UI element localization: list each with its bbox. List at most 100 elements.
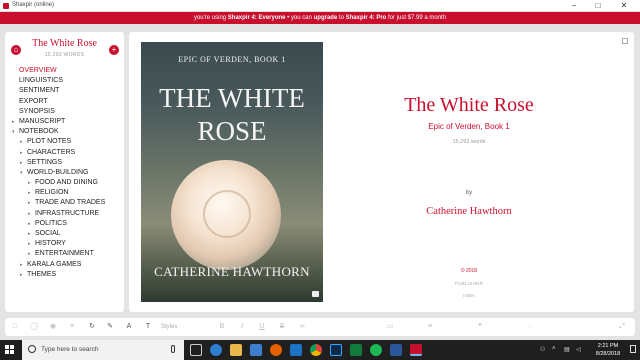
sidebar-item-label: EXPORT bbox=[19, 97, 48, 105]
chevron-right-icon[interactable]: ▸ bbox=[28, 178, 31, 188]
word-icon[interactable] bbox=[390, 344, 402, 356]
pen-icon[interactable]: ✎ bbox=[105, 321, 115, 333]
strikethrough-icon[interactable]: S bbox=[277, 321, 287, 333]
task-view-icon[interactable] bbox=[190, 344, 202, 356]
minimize-button[interactable]: – bbox=[562, 0, 586, 12]
sidebar-item-label: POLITICS bbox=[35, 219, 67, 227]
chevron-down-icon[interactable]: ▾ bbox=[20, 168, 23, 178]
chevron-right-icon[interactable]: ▸ bbox=[12, 117, 15, 127]
shaxpir-taskbar-icon[interactable] bbox=[410, 344, 422, 356]
sidebar-item-notebook[interactable]: ▾ NOTEBOOK bbox=[5, 127, 124, 137]
comment-icon[interactable]: ◯ bbox=[29, 321, 39, 333]
chat-icon[interactable]: ◌ bbox=[525, 321, 535, 333]
fullscreen-icon[interactable] bbox=[622, 38, 628, 44]
chevron-right-icon[interactable]: ▸ bbox=[28, 209, 31, 219]
sidebar-item-linguistics[interactable]: LINGUISTICS bbox=[5, 76, 124, 86]
firefox-icon[interactable] bbox=[270, 344, 282, 356]
chevron-right-icon[interactable]: ▸ bbox=[28, 198, 31, 208]
mail-icon[interactable] bbox=[290, 344, 302, 356]
spotify-icon[interactable] bbox=[370, 344, 382, 356]
sidebar-item-export[interactable]: EXPORT bbox=[5, 97, 124, 107]
overview-publisher[interactable]: PUBLISHER bbox=[399, 281, 539, 286]
sidebar-item-world-building[interactable]: ▾ WORLD-BUILDING bbox=[5, 168, 124, 178]
style-select[interactable]: Styles bbox=[161, 321, 211, 333]
volume-icon[interactable]: ◁ bbox=[576, 346, 581, 353]
sidebar-item-karala-games[interactable]: ▸ KARALA GAMES bbox=[5, 260, 124, 270]
windows-start-icon[interactable] bbox=[5, 345, 15, 355]
book-cover-image[interactable]: Epic of Verden, Book 1 The White Rose Ca… bbox=[141, 42, 323, 302]
chevron-right-icon[interactable]: ▸ bbox=[20, 137, 23, 147]
sidebar-item-characters[interactable]: ▸ CHARACTERS bbox=[5, 148, 124, 158]
chevron-right-icon[interactable]: ▸ bbox=[20, 260, 23, 270]
refresh-icon[interactable]: ↻ bbox=[87, 321, 97, 333]
people-icon[interactable]: ⚇ bbox=[540, 346, 545, 353]
chevron-right-icon[interactable]: ▸ bbox=[28, 188, 31, 198]
network-icon[interactable]: ▤ bbox=[564, 346, 570, 353]
overview-title[interactable]: The White Rose bbox=[399, 94, 539, 117]
taskbar-search[interactable]: Type here to search bbox=[22, 340, 184, 360]
sidebar-item-plot-notes[interactable]: ▸ PLOT NOTES bbox=[5, 137, 124, 147]
italic-icon[interactable]: I bbox=[237, 321, 247, 333]
image-icon[interactable]: ▭ bbox=[385, 321, 395, 333]
sidebar-item-overview[interactable]: OVERVIEW bbox=[5, 66, 124, 76]
link-icon[interactable]: ∞ bbox=[297, 321, 307, 333]
quote-icon[interactable]: ❝ bbox=[475, 321, 485, 333]
sidebar-item-label: WORLD-BUILDING bbox=[27, 168, 89, 176]
file-explorer-icon[interactable] bbox=[230, 344, 242, 356]
chevron-right-icon[interactable]: ▸ bbox=[28, 249, 31, 259]
sidebar-item-label: ENTERTAINMENT bbox=[35, 250, 94, 258]
sidebar-item-social[interactable]: ▸ SOCIAL bbox=[5, 229, 124, 239]
taskbar-clock[interactable]: 2:21 PM 8/28/2018 bbox=[588, 342, 628, 358]
sidebar-item-settings[interactable]: ▸ SETTINGS bbox=[5, 158, 124, 168]
chevron-right-icon[interactable]: ▸ bbox=[20, 270, 23, 280]
sidebar-item-trade-and-trades[interactable]: ▸ TRADE AND TRADES bbox=[5, 198, 124, 208]
notification-icon[interactable] bbox=[630, 345, 636, 353]
overview-author[interactable]: Catherine Hawthorn bbox=[399, 206, 539, 217]
expand-icon[interactable]: ⤢ bbox=[617, 321, 627, 333]
close-button[interactable]: ✕ bbox=[612, 0, 636, 12]
overview-copyright[interactable]: © 2018 bbox=[399, 268, 539, 274]
cover-author: Catherine Hawthorn bbox=[154, 264, 310, 279]
sidebar-item-religion[interactable]: ▸ RELIGION bbox=[5, 188, 124, 198]
editor-toolbar: □ ◯ ◉ ≡ ↻ ✎ A T Styles B I U S ∞ ▭ ≡ ❝ ◌… bbox=[5, 318, 635, 336]
maximize-button[interactable]: □ bbox=[586, 0, 610, 12]
list-icon[interactable]: ≡ bbox=[67, 321, 77, 333]
overview-isbn[interactable]: ISBN bbox=[399, 293, 539, 298]
chrome-icon[interactable] bbox=[310, 344, 322, 356]
align-icon[interactable]: ≡ bbox=[425, 321, 435, 333]
home-icon[interactable]: ⌂ bbox=[11, 45, 21, 55]
sidebar-item-synopsis[interactable]: SYNOPSIS bbox=[5, 107, 124, 117]
chevron-down-icon[interactable]: ▾ bbox=[12, 127, 15, 137]
overview-subtitle[interactable]: Epic of Verden, Book 1 bbox=[399, 122, 539, 131]
bold-icon[interactable]: B bbox=[217, 321, 227, 333]
underline-icon[interactable]: U bbox=[257, 321, 267, 333]
store-icon[interactable] bbox=[250, 344, 262, 356]
microphone-icon[interactable] bbox=[171, 345, 175, 353]
window-title-bar: Shaxpir (online) – □ ✕ bbox=[0, 0, 640, 12]
solitaire-icon[interactable] bbox=[350, 344, 362, 356]
chevron-right-icon[interactable]: ▸ bbox=[28, 229, 31, 239]
sidebar-item-manuscript[interactable]: ▸ MANUSCRIPT bbox=[5, 117, 124, 127]
photoshop-icon[interactable] bbox=[330, 344, 342, 356]
chevron-right-icon[interactable]: ▸ bbox=[20, 148, 23, 158]
eye-icon[interactable]: ◉ bbox=[48, 321, 58, 333]
sidebar-item-food-and-dining[interactable]: ▸ FOOD AND DINING bbox=[5, 178, 124, 188]
sidebar-item-sentiment[interactable]: SENTIMENT bbox=[5, 86, 124, 96]
edge-icon[interactable] bbox=[210, 344, 222, 356]
chevron-right-icon[interactable]: ▸ bbox=[28, 239, 31, 249]
camera-icon[interactable] bbox=[312, 291, 319, 297]
chevron-up-icon[interactable]: ˄ bbox=[552, 346, 556, 352]
square-icon[interactable]: □ bbox=[10, 321, 20, 333]
text-color-icon[interactable]: A bbox=[124, 321, 134, 333]
chevron-right-icon[interactable]: ▸ bbox=[28, 219, 31, 229]
sidebar-item-label: SOCIAL bbox=[35, 230, 61, 237]
text-style-icon[interactable]: T bbox=[143, 321, 153, 333]
plus-icon[interactable]: + bbox=[109, 45, 119, 55]
sidebar-item-entertainment[interactable]: ▸ ENTERTAINMENT bbox=[5, 249, 124, 259]
promo-upgrade-link[interactable]: upgrade bbox=[314, 15, 338, 21]
sidebar-item-politics[interactable]: ▸ POLITICS bbox=[5, 219, 124, 229]
chevron-right-icon[interactable]: ▸ bbox=[20, 158, 23, 168]
sidebar-item-themes[interactable]: ▸ THEMES bbox=[5, 270, 124, 280]
sidebar-item-history[interactable]: ▸ HISTORY bbox=[5, 239, 124, 249]
sidebar-item-infrastructure[interactable]: ▸ INFRASTRUCTURE bbox=[5, 209, 124, 219]
